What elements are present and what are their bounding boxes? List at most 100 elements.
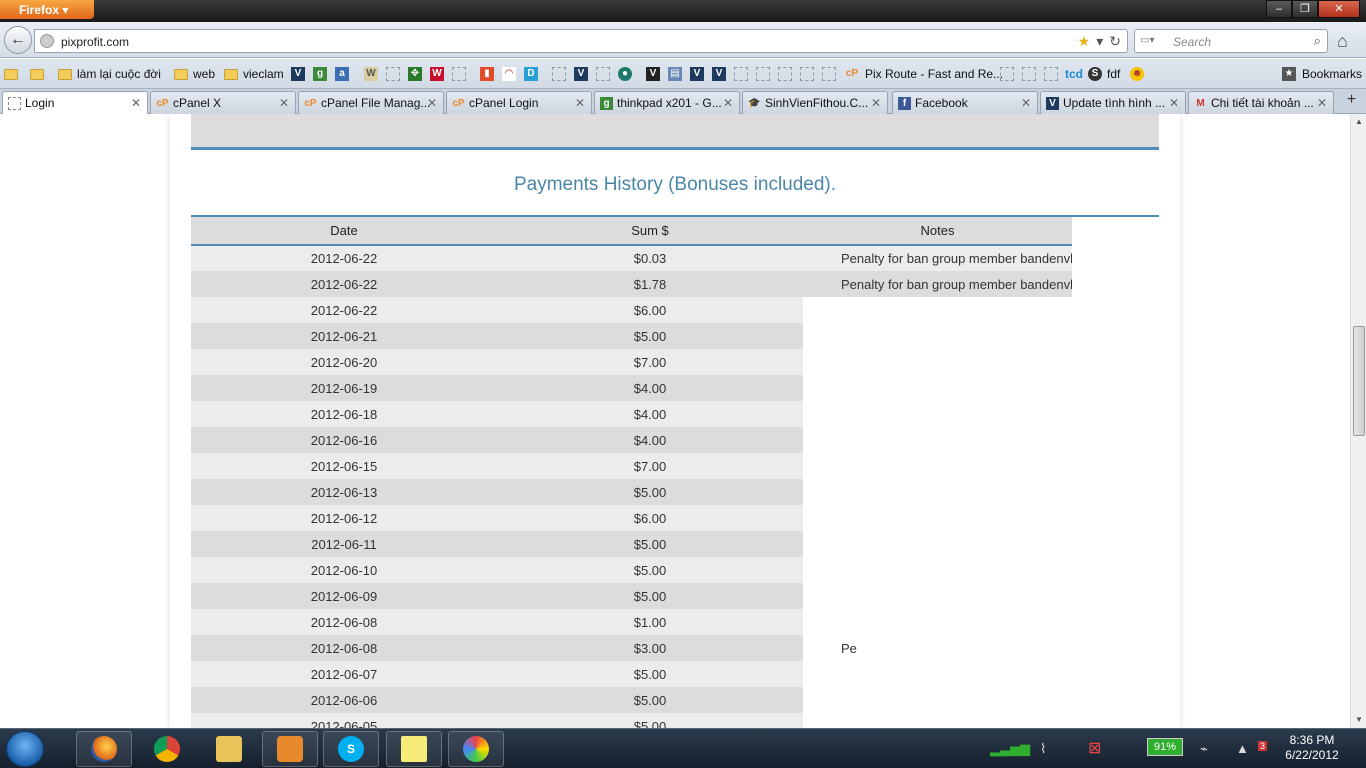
wifi-icon[interactable]: ⌇ (1040, 741, 1046, 757)
bookmarks-menu-button[interactable]: ★ Bookmarks (1282, 66, 1362, 82)
taskbar-skype[interactable]: S (323, 731, 379, 767)
show-hidden-icons[interactable]: ▲ (1236, 741, 1249, 756)
tab-sinhvienfithou[interactable]: 🎓 SinhVienFithou.C... ✕ (742, 91, 888, 114)
minimize-icon[interactable]: – (1266, 0, 1292, 18)
reload-icon[interactable]: ↻ (1109, 33, 1121, 50)
bookmark-blank-icon[interactable] (552, 66, 566, 82)
bookmark-site-icon[interactable]: V (712, 66, 726, 82)
close-tab-icon[interactable]: ✕ (279, 96, 289, 110)
bookmark-blank-icon[interactable] (756, 66, 770, 82)
back-arrow-icon[interactable]: ← (4, 26, 32, 54)
bookmark-site-icon[interactable]: V (646, 66, 660, 82)
search-box[interactable]: ▭▾ Search ⌕ (1134, 29, 1328, 53)
bookmark-site-icon[interactable]: W (364, 66, 378, 82)
bookmark-fdf[interactable]: Sfdf (1088, 66, 1120, 82)
url-text[interactable]: pixprofit.com (61, 35, 129, 49)
history-dropdown-icon[interactable]: ▾ (1096, 33, 1103, 50)
bookmark-site-icon[interactable]: g (313, 66, 327, 82)
network-signal-icon[interactable]: ▂▃▅▆ (990, 741, 1030, 757)
bookmark-site-icon[interactable]: ▮ (480, 66, 494, 82)
bookmark-site-icon[interactable]: ◠ (502, 66, 516, 82)
site-icon: V (291, 67, 305, 81)
scroll-up-icon[interactable]: ▲ (1351, 114, 1366, 130)
bookmark-blank-icon[interactable] (596, 66, 610, 82)
close-tab-icon[interactable]: ✕ (871, 96, 881, 110)
scroll-down-icon[interactable]: ▼ (1351, 712, 1366, 728)
blank-page-icon (822, 67, 836, 81)
power-plug-icon[interactable]: ⌁ (1200, 741, 1208, 757)
close-tab-icon[interactable]: ✕ (1021, 96, 1031, 110)
bookmark-folder-icon[interactable] (4, 66, 23, 82)
close-tab-icon[interactable]: ✕ (723, 96, 733, 110)
taskbar-paint[interactable] (448, 731, 504, 767)
alert-icon[interactable]: ⊠ (1088, 738, 1101, 758)
site-identity-icon[interactable] (40, 34, 54, 48)
taskbar-explorer[interactable] (201, 731, 257, 767)
maximize-icon[interactable]: ❐ (1292, 0, 1318, 18)
window-controls: – ❐ ✕ (1266, 0, 1360, 18)
calendar-icon[interactable]: 3 (1258, 741, 1268, 751)
bookmark-blank-icon[interactable] (386, 66, 400, 82)
bookmark-site-icon[interactable]: V (690, 66, 704, 82)
bookmark-blank-icon[interactable] (1044, 66, 1058, 82)
bookmark-site-icon[interactable]: a (335, 66, 349, 82)
bookmark-folder-icon[interactable] (30, 66, 49, 82)
bookmark-site-icon[interactable]: D (524, 66, 538, 82)
home-icon[interactable]: ⌂ (1337, 31, 1348, 52)
close-window-icon[interactable]: ✕ (1318, 0, 1360, 18)
new-tab-icon[interactable]: + (1339, 91, 1364, 113)
bookmark-site-icon[interactable]: W (430, 66, 444, 82)
tab-update[interactable]: V Update tình hình ... ✕ (1040, 91, 1186, 114)
bookmark-pix-route[interactable]: cP Pix Route - Fast and Re... (843, 66, 1003, 82)
bookmark-blank-icon[interactable] (1000, 66, 1014, 82)
tab-cpanel-file-manager[interactable]: cP cPanel File Manag... ✕ (298, 91, 444, 114)
start-button-icon[interactable] (6, 731, 44, 767)
bookmark-blank-icon[interactable] (452, 66, 466, 82)
bookmark-site-icon[interactable]: ● (618, 66, 632, 82)
battery-indicator[interactable]: 91% (1147, 738, 1183, 756)
search-icon[interactable]: ⌕ (1314, 33, 1321, 49)
bookmarks-star-icon: ★ (1282, 67, 1296, 81)
taskbar-firefox[interactable] (76, 731, 132, 767)
scrollbar-thumb[interactable] (1353, 326, 1365, 436)
taskbar-clock[interactable]: 8:36 PM 6/22/2012 (1282, 733, 1342, 763)
bookmark-folder-vieclam[interactable]: vieclam (224, 66, 284, 82)
close-tab-icon[interactable]: ✕ (575, 96, 585, 110)
bookmark-site-icon[interactable]: ✥ (408, 66, 422, 82)
taskbar-media[interactable] (262, 731, 318, 767)
bookmark-site-icon[interactable]: ☻ (1130, 66, 1144, 82)
bookmark-tcd[interactable]: tcd (1065, 66, 1083, 82)
site-icon: W (364, 67, 378, 81)
bookmark-folder-web[interactable]: web (174, 66, 215, 82)
bookmark-site-icon[interactable]: V (291, 66, 305, 82)
close-tab-icon[interactable]: ✕ (1317, 96, 1327, 110)
table-row: 2012-06-20 $7.00 (191, 349, 1072, 375)
search-engine-icon[interactable]: ▭▾ (1140, 35, 1162, 47)
firefox-menu-button[interactable]: Firefox ▾ (0, 0, 94, 19)
bookmark-blank-icon[interactable] (822, 66, 836, 82)
close-tab-icon[interactable]: ✕ (427, 96, 437, 110)
cell-notes (803, 583, 1072, 609)
bookmark-blank-icon[interactable] (734, 66, 748, 82)
bookmark-blank-icon[interactable] (778, 66, 792, 82)
bookmark-folder-lam-lai[interactable]: làm lại cuộc đời (58, 66, 161, 82)
bookmark-blank-icon[interactable] (1022, 66, 1036, 82)
bookmark-site-icon[interactable]: ▤ (668, 66, 682, 82)
tab-login[interactable]: Login ✕ (2, 91, 148, 114)
search-placeholder[interactable]: Search (1173, 35, 1211, 49)
bookmark-blank-icon[interactable] (800, 66, 814, 82)
tab-chi-tiet[interactable]: M Chi tiết tài khoản ... ✕ (1188, 91, 1334, 114)
bookmark-site-icon[interactable]: V (574, 66, 588, 82)
tab-cpanel-x[interactable]: cP cPanel X ✕ (150, 91, 296, 114)
close-tab-icon[interactable]: ✕ (131, 96, 141, 110)
taskbar-sticky-notes[interactable] (386, 731, 442, 767)
close-tab-icon[interactable]: ✕ (1169, 96, 1179, 110)
table-row: 2012-06-07 $5.00 (191, 661, 1072, 687)
tab-facebook[interactable]: f Facebook ✕ (892, 91, 1038, 114)
url-bar[interactable]: pixprofit.com ★ ▾ ↻ (34, 29, 1128, 53)
taskbar-chrome[interactable] (139, 731, 195, 767)
bookmark-star-icon[interactable]: ★ (1078, 33, 1091, 50)
vertical-scrollbar[interactable]: ▲ ▼ (1350, 114, 1366, 728)
tab-cpanel-login[interactable]: cP cPanel Login ✕ (446, 91, 592, 114)
tab-thinkpad[interactable]: g thinkpad x201 - G... ✕ (594, 91, 740, 114)
